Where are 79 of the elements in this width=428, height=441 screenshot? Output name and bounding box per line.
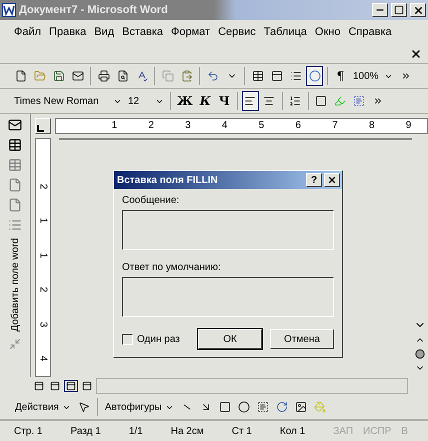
ruler-number: 8 — [368, 121, 375, 131]
menu-item[interactable]: Сервис — [214, 24, 260, 44]
list-icon[interactable] — [8, 218, 22, 232]
table-icon[interactable] — [8, 138, 22, 152]
message-field[interactable] — [122, 210, 334, 250]
cancel-button[interactable]: Отмена — [270, 329, 334, 349]
status-field: На 2см — [170, 426, 204, 436]
ruler-number: 2 — [38, 286, 48, 293]
help-button[interactable]: ? — [306, 173, 322, 187]
actions-button[interactable]: Действия — [12, 397, 74, 417]
status-field: В — [401, 426, 408, 436]
field-label: Сообщение: — [122, 195, 180, 206]
ruler-number: 2 — [148, 121, 154, 131]
menu-item[interactable]: Вид — [90, 24, 118, 44]
horizontal-scrollbar[interactable] — [96, 378, 408, 394]
dialog-title: Вставка поля FILLIN — [117, 174, 219, 186]
checkbox-label: Один раз — [137, 334, 180, 344]
italic-button[interactable]: К — [196, 91, 214, 111]
status-field: Стр. 1 — [14, 426, 42, 436]
ruler-number: 3 — [38, 321, 48, 328]
menu-item[interactable]: Файл — [10, 24, 46, 44]
menu-item[interactable]: Таблица — [260, 24, 311, 44]
align-left-icon[interactable] — [242, 91, 259, 111]
status-field: ИСПР — [363, 426, 392, 436]
menu-item[interactable]: Правка — [45, 24, 90, 44]
ruler-number: 9 — [406, 121, 412, 131]
view-button[interactable] — [32, 380, 46, 392]
browse-object-icon[interactable] — [415, 349, 425, 359]
view-button[interactable] — [80, 380, 94, 392]
close-button[interactable] — [410, 3, 426, 17]
tab-selector[interactable] — [35, 118, 51, 134]
tab-icon — [36, 125, 44, 133]
ruler-number: 5 — [258, 121, 264, 131]
horizontal-ruler[interactable]: 1 2 3 4 5 6 7 8 9 — [55, 118, 428, 134]
page-icon[interactable] — [8, 198, 22, 212]
default-answer-field[interactable] — [122, 277, 334, 317]
page-icon[interactable] — [8, 178, 22, 192]
maximize-button[interactable] — [391, 3, 407, 17]
ok-button[interactable]: ОК — [198, 329, 262, 349]
view-button[interactable] — [48, 380, 62, 392]
checkbox[interactable] — [122, 334, 133, 344]
ruler-number: 1 — [38, 252, 48, 258]
menu-item[interactable]: Справка — [344, 24, 396, 44]
close-icon — [327, 175, 337, 185]
close-button[interactable] — [324, 173, 340, 187]
ruler-number: 1 — [38, 218, 48, 224]
status-field: Разд 1 — [70, 426, 101, 436]
ruler-number: 3 — [185, 121, 191, 131]
ruler-number: 4 — [222, 121, 228, 131]
menu-item[interactable]: Формат — [167, 24, 214, 44]
ruler-number: 7 — [332, 121, 338, 131]
ruler-number: 2 — [38, 183, 48, 190]
close-icon — [412, 4, 424, 16]
bold-button[interactable]: Ж — [175, 91, 195, 111]
minimize-button[interactable] — [372, 3, 388, 17]
maximize-icon — [394, 5, 404, 15]
field-label: Ответ по умолчанию: — [122, 262, 222, 273]
close-document-button[interactable] — [410, 48, 422, 60]
status-field: 1/1 — [128, 426, 143, 436]
ruler-number: 4 — [38, 356, 48, 362]
status-field: ЗАП — [333, 426, 354, 436]
word-icon — [2, 3, 16, 17]
size-field[interactable]: 12 — [126, 92, 166, 110]
view-button[interactable] — [64, 380, 78, 392]
once-checkbox[interactable]: Один раз — [122, 334, 190, 344]
show-marks-button[interactable]: ¶ — [332, 66, 349, 86]
menu-item[interactable]: Окно — [310, 24, 344, 44]
menu-item[interactable]: Вставка — [118, 24, 168, 44]
vertical-ruler[interactable]: 2 1 1 2 3 4 — [35, 138, 51, 377]
autoshapes-button[interactable]: Автофигуры — [102, 397, 177, 417]
font-field[interactable]: Times New Roman — [12, 92, 124, 110]
ruler-number: 6 — [295, 121, 301, 131]
status-field: Ст 1 — [232, 426, 252, 436]
window-title: Документ7 - Microsoft Word — [19, 4, 169, 16]
toolbar-caption: Добавить поле word — [10, 238, 20, 332]
status-field: Кол 1 — [280, 426, 306, 436]
underline-button[interactable]: Ч — [216, 91, 233, 111]
zoom-field[interactable]: 100% — [351, 67, 395, 85]
ruler-number: 1 — [112, 121, 118, 131]
